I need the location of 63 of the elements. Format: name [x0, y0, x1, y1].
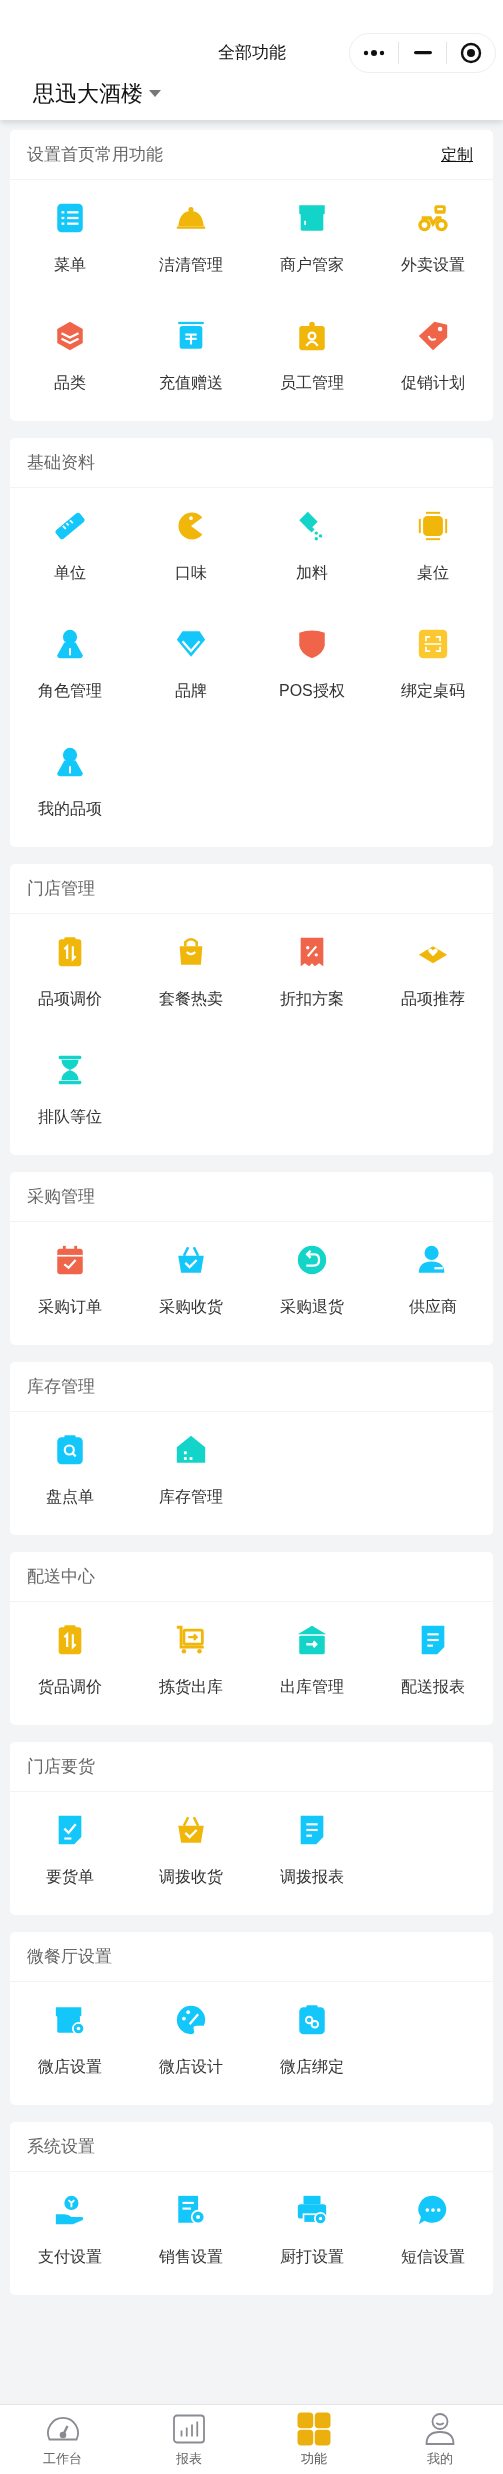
store-selector[interactable]: 思迅大酒楼	[33, 77, 161, 110]
function-item[interactable]: 盘点单	[10, 1412, 131, 1530]
section-title: 门店要货	[27, 1755, 95, 1778]
close-icon	[460, 42, 483, 64]
function-item[interactable]: 出库管理	[251, 1602, 373, 1720]
section-title: 门店管理	[27, 877, 95, 900]
more-icon	[361, 49, 386, 57]
function-item[interactable]: 我的品项	[10, 724, 131, 842]
function-item[interactable]: 调拨收货	[130, 1792, 252, 1910]
function-item[interactable]: 微店设置	[10, 1982, 131, 2100]
section-title: 系统设置	[27, 2135, 95, 2158]
function-item[interactable]: 员工管理	[251, 298, 373, 416]
section-title: 采购管理	[27, 1185, 95, 1208]
function-item[interactable]: 品牌	[130, 606, 252, 724]
function-item[interactable]: 采购收货	[130, 1222, 252, 1340]
function-item[interactable]: 微店设计	[130, 1982, 252, 2100]
section-title: 设置首页常用功能	[27, 143, 163, 166]
function-item[interactable]: 折扣方案	[251, 914, 373, 1032]
function-item[interactable]: 供应商	[372, 1222, 493, 1340]
function-item[interactable]: 角色管理	[10, 606, 131, 724]
function-item[interactable]: 采购订单	[10, 1222, 131, 1340]
minimize-icon	[413, 51, 432, 55]
section-title: 库存管理	[27, 1375, 95, 1398]
function-item[interactable]: 口味	[130, 488, 252, 606]
customize-link[interactable]: 定制	[441, 142, 473, 167]
section-title: 基础资料	[27, 451, 95, 474]
tab[interactable]: 报表	[125, 2405, 252, 2474]
section-title: 微餐厅设置	[27, 1945, 112, 1968]
function-item[interactable]: POS授权	[251, 606, 373, 724]
function-item[interactable]: 单位	[10, 488, 131, 606]
function-item[interactable]: 洁清管理	[130, 180, 252, 298]
function-item[interactable]: 厨打设置	[251, 2172, 373, 2290]
function-item[interactable]: 外卖设置	[372, 180, 493, 298]
function-item[interactable]: 商户管家	[251, 180, 373, 298]
page-title: 全部功能	[217, 41, 286, 64]
function-item[interactable]: 微店绑定	[251, 1982, 373, 2100]
function-item[interactable]: 品类	[10, 298, 131, 416]
function-item[interactable]: 套餐热卖	[130, 914, 252, 1032]
function-item[interactable]: 短信设置	[372, 2172, 493, 2290]
function-item[interactable]: 绑定桌码	[372, 606, 493, 724]
function-item[interactable]: 货品调价	[10, 1602, 131, 1720]
function-item[interactable]: 排队等位	[10, 1032, 131, 1150]
section-title: 配送中心	[27, 1565, 95, 1588]
function-item[interactable]: 采购退货	[251, 1222, 373, 1340]
tab[interactable]: 我的	[377, 2405, 503, 2474]
function-item[interactable]: 要货单	[10, 1792, 131, 1910]
caret-icon	[149, 89, 161, 98]
function-item[interactable]: 促销计划	[372, 298, 493, 416]
tab[interactable]: 工作台	[0, 2405, 126, 2474]
tab[interactable]: 功能	[251, 2405, 378, 2474]
function-item[interactable]: 菜单	[10, 180, 131, 298]
function-item[interactable]: 充值赠送	[130, 298, 252, 416]
function-item[interactable]: 库存管理	[130, 1412, 252, 1530]
function-item[interactable]: 拣货出库	[130, 1602, 252, 1720]
function-item[interactable]: 调拨报表	[251, 1792, 373, 1910]
function-item[interactable]: 品项调价	[10, 914, 131, 1032]
grid-icon	[296, 2410, 333, 2447]
function-item[interactable]: 销售设置	[130, 2172, 252, 2290]
function-item[interactable]: 配送报表	[372, 1602, 493, 1720]
function-item[interactable]: 品项推荐	[372, 914, 493, 1032]
function-item[interactable]: 加料	[251, 488, 373, 606]
function-item[interactable]: 桌位	[372, 488, 493, 606]
function-item[interactable]: 支付设置	[10, 2172, 131, 2290]
